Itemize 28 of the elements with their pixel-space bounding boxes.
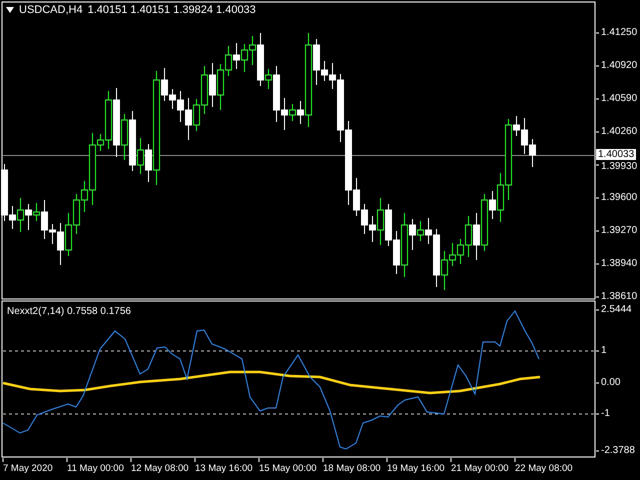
price-tick-label: 1.39930 [601, 161, 638, 173]
indicator-tick-label: -1 [601, 408, 610, 420]
time-axis-label: 21 May 00:00 [451, 463, 509, 474]
price-tick-label: 1.41250 [601, 27, 638, 39]
symbol-label: USDCAD,H4 [19, 4, 83, 16]
price-tick-label: 1.40920 [601, 60, 638, 72]
indicator-label: Nexxt2(7,14) 0.7558 0.1756 [7, 306, 131, 317]
time-axis-label: 22 May 08:00 [515, 463, 573, 474]
price-tick-label: 1.40590 [601, 93, 638, 105]
time-axis-label: 11 May 00:00 [67, 463, 124, 474]
time-axis-label: 18 May 08:00 [323, 463, 381, 474]
indicator-tick-label: -2.3788 [601, 445, 635, 457]
price-tick-label: 1.39600 [601, 192, 638, 204]
price-tick-label: 1.39270 [601, 225, 638, 237]
indicator-tick-label: 0.00 [601, 377, 620, 389]
current-price-label: 1.40033 [596, 149, 636, 160]
time-axis-label: 13 May 16:00 [195, 463, 253, 474]
indicator-tick-label: 1 [601, 345, 607, 357]
time-axis-label: 12 May 08:00 [131, 463, 189, 474]
time-axis-label: 19 May 16:00 [387, 463, 445, 474]
price-tick-label: 1.40260 [601, 126, 638, 138]
indicator-tick-label: 2.5444 [601, 304, 632, 316]
ohlc-values: 1.40151 1.40151 1.39824 1.40033 [88, 4, 256, 16]
time-axis-label: 7 May 2020 [3, 463, 53, 474]
price-tick-label: 1.38940 [601, 258, 638, 270]
price-tick-label: 1.38610 [601, 291, 638, 303]
time-axis-label: 15 May 00:00 [259, 463, 317, 474]
dropdown-triangle-icon[interactable] [6, 7, 14, 13]
